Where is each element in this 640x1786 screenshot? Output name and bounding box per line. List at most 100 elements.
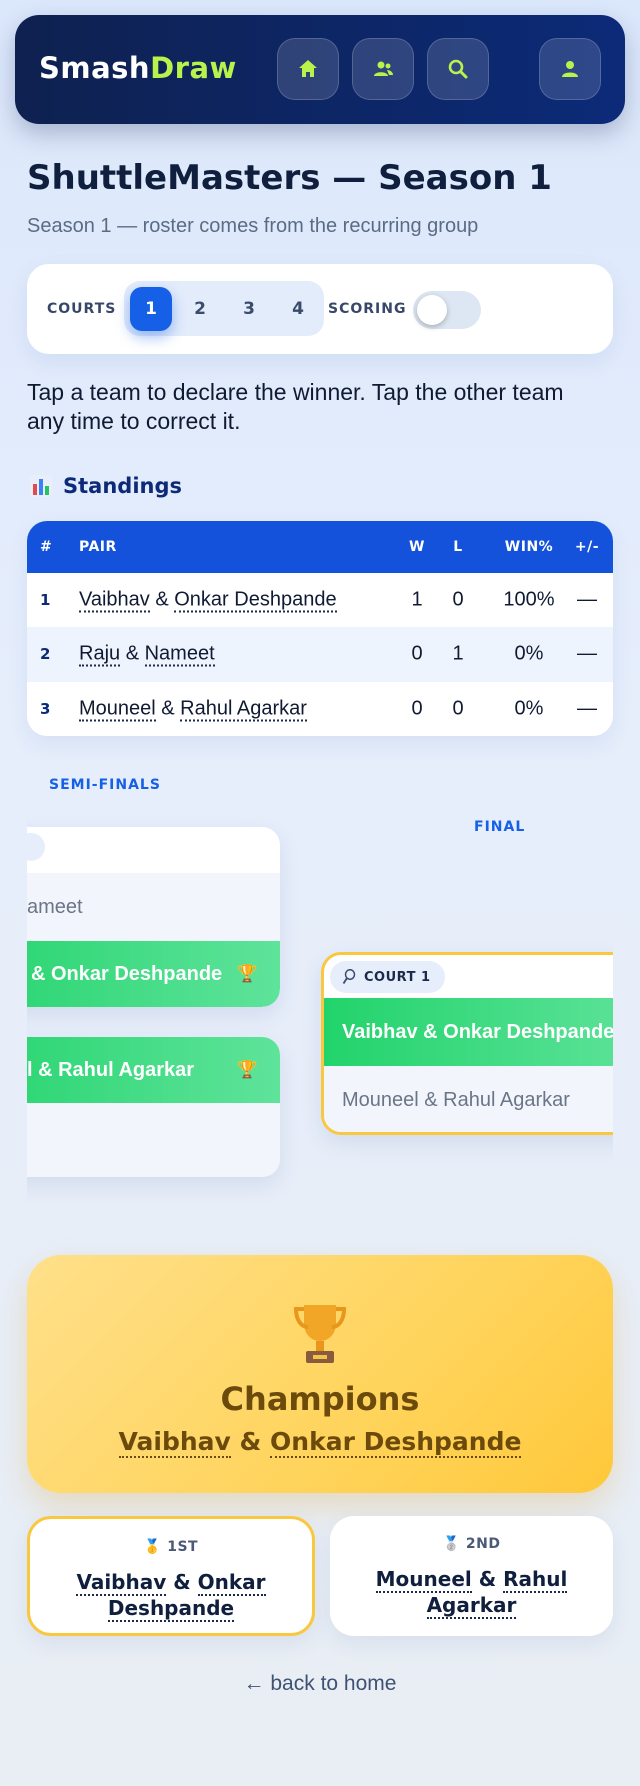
col-wins: W	[409, 539, 425, 555]
col-pair: PAIR	[79, 539, 117, 555]
table-row: 1 Vaibhav & Onkar Deshpande 1 0 100% —	[27, 573, 613, 627]
row-losses: 0	[452, 697, 464, 720]
second-place-label: 🥈 2ND	[330, 1536, 613, 1552]
row-wins: 1	[411, 588, 423, 611]
row-rank: 3	[40, 699, 51, 718]
logo-text-draw: Draw	[150, 51, 237, 85]
scoring-label: SCORING	[328, 301, 407, 317]
logo-text-smash: Smash	[39, 51, 151, 85]
courts-label: COURTS	[47, 301, 117, 317]
scoring-toggle[interactable]	[413, 291, 481, 329]
table-header: # PAIR W L WIN% +/-	[27, 521, 613, 573]
row-rank: 2	[40, 645, 51, 664]
player-link[interactable]: Vaibhav	[79, 588, 150, 613]
page-title: ShuttleMasters — Season 1	[27, 158, 552, 198]
semi-final-card-2: l & Rahul Agarkar 🏆	[27, 1037, 280, 1177]
semi-finals-label: SEMI-FINALS	[49, 777, 161, 793]
player-link[interactable]: Onkar Deshpande	[270, 1427, 522, 1458]
semi-final-card-1: ameet & Onkar Deshpande 🏆	[27, 827, 280, 1007]
team-row[interactable]: ameet	[27, 873, 280, 941]
row-pair: Mouneel & Rahul Agarkar	[79, 697, 307, 722]
row-pair: Raju & Nameet	[79, 642, 215, 667]
standings-table: # PAIR W L WIN% +/- 1 Vaibhav & Onkar De…	[27, 521, 613, 736]
champions-names: Vaibhav & Onkar Deshpande	[118, 1427, 522, 1458]
team-row[interactable]: Mouneel & Rahul Agarkar	[324, 1066, 613, 1132]
row-diff: —	[577, 588, 597, 611]
first-place-label: 🥇 1ST	[30, 1539, 312, 1555]
team-row-bye	[27, 1103, 280, 1177]
place-text: 1ST	[167, 1539, 199, 1555]
player-link[interactable]: Raju	[79, 642, 121, 667]
second-place-names: Mouneel & Rahul Agarkar	[375, 1567, 568, 1619]
search-button[interactable]	[427, 38, 489, 100]
instructions-text: Tap a team to declare the winner. Tap th…	[27, 379, 564, 434]
court-chip: COURT 1	[330, 961, 445, 993]
team-name: & Onkar Deshpande	[31, 962, 223, 985]
page-subtitle: Season 1 — roster comes from the recurri…	[27, 215, 479, 237]
groups-button[interactable]	[352, 38, 414, 100]
col-rank: #	[40, 539, 53, 555]
champions-card: Champions Vaibhav & Onkar Deshpande	[27, 1255, 613, 1493]
team-row-winner[interactable]: Vaibhav & Onkar Deshpande	[324, 998, 613, 1066]
team-name: l & Rahul Agarkar	[27, 1058, 195, 1081]
row-diff: —	[577, 697, 597, 720]
row-win-pct: 100%	[503, 588, 555, 611]
court-option-2[interactable]: 2	[179, 287, 221, 331]
table-row: 3 Mouneel & Rahul Agarkar 0 0 0% —	[27, 682, 613, 736]
row-pair: Vaibhav & Onkar Deshpande	[79, 588, 337, 613]
place-text: 2ND	[465, 1536, 501, 1552]
row-losses: 0	[452, 588, 464, 611]
player-link[interactable]: Vaibhav	[118, 1427, 231, 1458]
col-losses: L	[453, 539, 463, 555]
search-icon	[448, 59, 468, 79]
col-win-pct: WIN%	[504, 539, 554, 555]
champions-title: Champions	[220, 1380, 420, 1418]
standings-title: Standings	[63, 474, 182, 498]
row-win-pct: 0%	[514, 642, 544, 665]
bracket-scroller[interactable]: ameet & Onkar Deshpande 🏆 l & Rahul Agar…	[27, 815, 613, 1215]
row-diff: —	[577, 642, 597, 665]
court-option-4[interactable]: 4	[277, 287, 319, 331]
team-row-winner[interactable]: l & Rahul Agarkar 🏆	[27, 1037, 280, 1103]
player-link[interactable]: Nameet	[144, 642, 215, 667]
racket-icon	[342, 969, 356, 984]
toggle-knob	[417, 295, 447, 325]
trophy-icon: 🏆	[236, 964, 258, 983]
court-chip-label: COURT 1	[364, 969, 431, 985]
back-home-link[interactable]: ← back to home	[0, 1672, 640, 1696]
court-option-1[interactable]: 1	[130, 287, 172, 331]
standings-heading: Standings	[29, 474, 182, 498]
profile-button[interactable]	[539, 38, 601, 100]
courts-control-bar: COURTS 1 2 3 4 SCORING	[27, 264, 613, 354]
first-place-names: Vaibhav & Onkar Deshpande	[76, 1570, 266, 1622]
row-wins: 0	[411, 697, 423, 720]
app-logo[interactable]: SmashDraw	[39, 51, 237, 85]
player-link[interactable]: Onkar Deshpande	[174, 588, 337, 613]
bar-chart-icon	[30, 475, 52, 497]
player-link[interactable]: Rahul Agarkar	[180, 697, 307, 722]
trophy-icon: 🏆	[236, 1060, 258, 1079]
gold-medal-icon: 🥇	[143, 1539, 162, 1555]
col-diff: +/-	[574, 539, 600, 555]
row-rank: 1	[40, 591, 51, 610]
row-win-pct: 0%	[514, 697, 544, 720]
player-link[interactable]: Mouneel	[375, 1567, 472, 1593]
row-wins: 0	[411, 642, 423, 665]
table-row: 2 Raju & Nameet 0 1 0% —	[27, 627, 613, 682]
second-place-card: 🥈 2ND Mouneel & Rahul Agarkar	[330, 1516, 613, 1636]
home-icon	[299, 60, 317, 77]
player-link[interactable]: Vaibhav	[76, 1570, 167, 1596]
team-row-winner[interactable]: & Onkar Deshpande 🏆	[27, 941, 280, 1007]
trophy-icon	[293, 1305, 347, 1363]
first-place-card: 🥇 1ST Vaibhav & Onkar Deshpande	[27, 1516, 315, 1636]
team-name: Vaibhav & Onkar Deshpande	[342, 1020, 613, 1043]
court-option-3[interactable]: 3	[228, 287, 270, 331]
player-link[interactable]: Mouneel	[79, 697, 156, 722]
profile-icon	[562, 61, 578, 77]
app-header: SmashDraw	[15, 15, 625, 124]
silver-medal-icon: 🥈	[442, 1536, 461, 1552]
final-card: COURT 1 Vaibhav & Onkar Deshpande Mounee…	[321, 952, 613, 1135]
team-name: Mouneel & Rahul Agarkar	[342, 1089, 570, 1111]
home-button[interactable]	[277, 38, 339, 100]
court-chip	[27, 833, 45, 861]
